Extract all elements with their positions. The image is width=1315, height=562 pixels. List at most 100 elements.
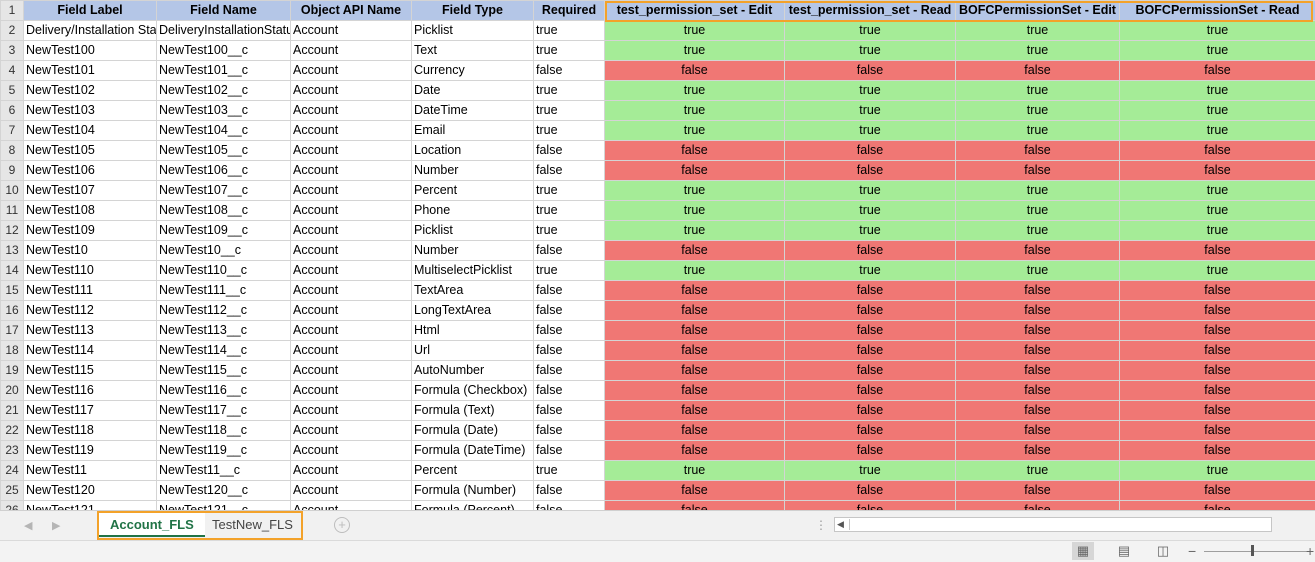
cell-required[interactable]: true (533, 20, 605, 41)
cell-permission[interactable]: true (784, 180, 956, 201)
cell-permission[interactable]: false (955, 320, 1120, 341)
cell-object-api-name[interactable]: Account (290, 380, 412, 401)
cell-permission[interactable]: false (784, 380, 956, 401)
cell-required[interactable]: false (533, 480, 605, 501)
cell-permission[interactable]: true (1119, 20, 1315, 41)
cell-permission[interactable]: true (1119, 120, 1315, 141)
cell-permission[interactable]: false (604, 280, 785, 301)
chevron-left-icon[interactable]: ◀ (24, 519, 32, 532)
cell-required[interactable]: false (533, 340, 605, 361)
cell-field-type[interactable]: Formula (Checkbox) (411, 380, 534, 401)
page-break-icon[interactable]: ◫ (1152, 542, 1174, 560)
cell-field-name[interactable]: NewTest103__c (156, 100, 291, 121)
column-header-field-label[interactable]: Field Label (23, 0, 157, 21)
cell-field-name[interactable]: NewTest108__c (156, 200, 291, 221)
cell-permission[interactable]: false (1119, 140, 1315, 161)
row-number[interactable]: 14 (0, 260, 24, 281)
cell-field-name[interactable]: NewTest116__c (156, 380, 291, 401)
cell-permission[interactable]: true (955, 460, 1120, 481)
cell-permission[interactable]: false (1119, 440, 1315, 461)
minus-icon[interactable]: − (1188, 542, 1196, 560)
cell-permission[interactable]: true (955, 80, 1120, 101)
cell-field-label[interactable]: NewTest11 (23, 460, 157, 481)
cell-permission[interactable]: true (784, 460, 956, 481)
cell-permission[interactable]: false (604, 480, 785, 501)
plus-circle-icon[interactable]: + (334, 517, 350, 533)
cell-field-type[interactable]: Email (411, 120, 534, 141)
cell-permission[interactable]: false (955, 240, 1120, 261)
cell-field-type[interactable]: TextArea (411, 280, 534, 301)
cell-field-name[interactable]: NewTest111__c (156, 280, 291, 301)
cell-permission[interactable]: false (784, 360, 956, 381)
cell-required[interactable]: false (533, 400, 605, 421)
cell-permission[interactable]: false (955, 440, 1120, 461)
cell-permission[interactable]: false (1119, 400, 1315, 421)
cell-field-label[interactable]: NewTest115 (23, 360, 157, 381)
row-number[interactable]: 22 (0, 420, 24, 441)
cell-field-type[interactable]: AutoNumber (411, 360, 534, 381)
row-number[interactable]: 21 (0, 400, 24, 421)
sheet-table[interactable]: 1 Field Label Field Name Object API Name… (0, 0, 1315, 510)
row-number[interactable]: 23 (0, 440, 24, 461)
cell-field-label[interactable]: NewTest121 (23, 500, 157, 510)
cell-field-type[interactable]: Picklist (411, 20, 534, 41)
cell-field-type[interactable]: Formula (Date) (411, 420, 534, 441)
cell-field-label[interactable]: NewTest113 (23, 320, 157, 341)
cell-permission[interactable]: true (604, 260, 785, 281)
scroll-left-icon[interactable]: ◀ (837, 518, 844, 531)
cell-permission[interactable]: false (955, 420, 1120, 441)
cell-permission[interactable]: true (955, 40, 1120, 61)
cell-field-type[interactable]: Formula (Number) (411, 480, 534, 501)
cell-required[interactable]: false (533, 380, 605, 401)
cell-field-label[interactable]: NewTest103 (23, 100, 157, 121)
cell-object-api-name[interactable]: Account (290, 40, 412, 61)
cell-required[interactable]: false (533, 240, 605, 261)
cell-required[interactable]: true (533, 100, 605, 121)
cell-permission[interactable]: false (784, 320, 956, 341)
cell-field-label[interactable]: NewTest117 (23, 400, 157, 421)
cell-permission[interactable]: false (1119, 240, 1315, 261)
cell-permission[interactable]: false (604, 440, 785, 461)
column-header-object-api-name[interactable]: Object API Name (290, 0, 412, 21)
cell-field-name[interactable]: NewTest120__c (156, 480, 291, 501)
cell-field-label[interactable]: NewTest101 (23, 60, 157, 81)
cell-object-api-name[interactable]: Account (290, 420, 412, 441)
row-number[interactable]: 10 (0, 180, 24, 201)
cell-field-type[interactable]: LongTextArea (411, 300, 534, 321)
cell-field-name[interactable]: NewTest119__c (156, 440, 291, 461)
cell-object-api-name[interactable]: Account (290, 120, 412, 141)
cell-permission[interactable]: false (1119, 280, 1315, 301)
cell-permission[interactable]: true (604, 460, 785, 481)
chevron-right-icon[interactable]: ▶ (52, 519, 60, 532)
cell-required[interactable]: false (533, 280, 605, 301)
row-number[interactable]: 25 (0, 480, 24, 501)
grid-view-icon[interactable]: ▦ (1072, 542, 1094, 560)
cell-field-name[interactable]: NewTest115__c (156, 360, 291, 381)
cell-field-label[interactable]: NewTest116 (23, 380, 157, 401)
cell-field-name[interactable]: NewTest10__c (156, 240, 291, 261)
cell-permission[interactable]: false (955, 280, 1120, 301)
split-handle-icon[interactable]: ⋮ (815, 518, 827, 532)
cell-field-name[interactable]: NewTest113__c (156, 320, 291, 341)
cell-permission[interactable]: false (955, 160, 1120, 181)
plus-icon[interactable]: + (1306, 542, 1314, 560)
cell-field-label[interactable]: NewTest111 (23, 280, 157, 301)
cell-object-api-name[interactable]: Account (290, 400, 412, 421)
cell-permission[interactable]: false (1119, 60, 1315, 81)
cell-field-type[interactable]: Formula (Text) (411, 400, 534, 421)
cell-permission[interactable]: true (784, 260, 956, 281)
cell-field-type[interactable]: Number (411, 160, 534, 181)
cell-permission[interactable]: true (604, 180, 785, 201)
column-header-required[interactable]: Required (533, 0, 605, 21)
cell-permission[interactable]: true (784, 120, 956, 141)
cell-permission[interactable]: false (604, 240, 785, 261)
row-number[interactable]: 15 (0, 280, 24, 301)
cell-field-label[interactable]: NewTest104 (23, 120, 157, 141)
cell-object-api-name[interactable]: Account (290, 140, 412, 161)
cell-field-label[interactable]: NewTest100 (23, 40, 157, 61)
cell-required[interactable]: true (533, 40, 605, 61)
cell-permission[interactable]: false (1119, 380, 1315, 401)
cell-required[interactable]: false (533, 420, 605, 441)
cell-permission[interactable]: true (955, 120, 1120, 141)
row-number[interactable]: 2 (0, 20, 24, 41)
